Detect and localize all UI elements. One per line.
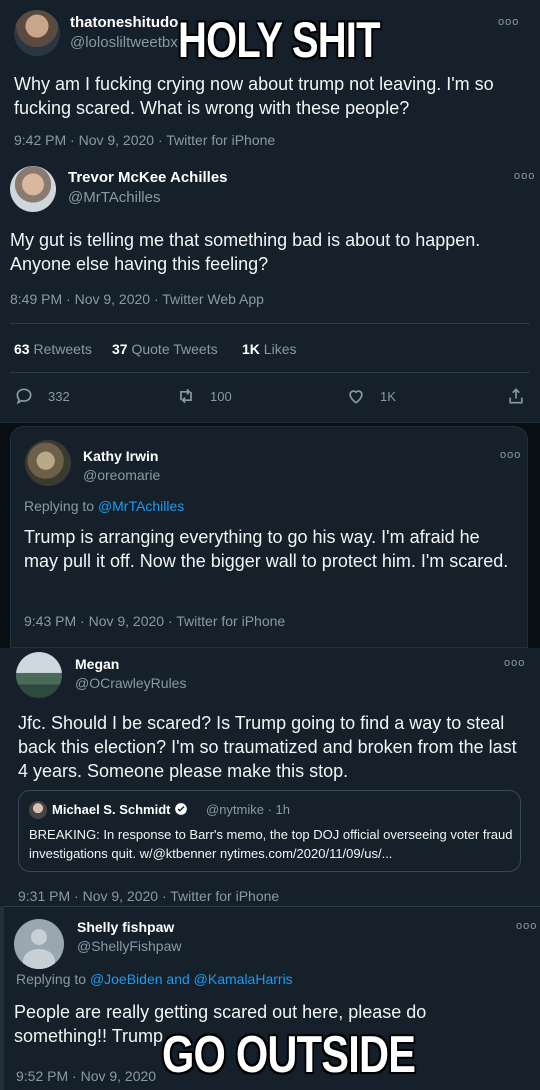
replying-to-link[interactable]: @MrTAchilles xyxy=(98,498,184,514)
more-options-icon[interactable]: ooo xyxy=(516,920,537,932)
tweet-timestamp[interactable]: 9:43 PM · Nov 9, 2020 · Twitter for iPho… xyxy=(24,613,285,629)
quoted-display-name[interactable]: Michael S. Schmidt xyxy=(52,802,188,817)
tweet-timestamp[interactable]: 9:52 PM · Nov 9, 2020 xyxy=(16,1068,156,1084)
like-button[interactable]: 1K xyxy=(346,386,396,406)
share-button[interactable] xyxy=(506,386,526,406)
quoted-user-handle[interactable]: @nytmike · 1h xyxy=(206,802,290,817)
avatar[interactable] xyxy=(29,801,47,819)
divider xyxy=(10,323,530,324)
tweet-text: Trump is arranging everything to go his … xyxy=(24,527,509,571)
divider xyxy=(0,906,540,907)
more-options-icon[interactable]: ooo xyxy=(500,449,521,461)
tweet-timestamp[interactable]: 9:42 PM · Nov 9, 2020 · Twitter for iPho… xyxy=(14,132,275,148)
heart-icon xyxy=(349,390,363,404)
user-handle[interactable]: @lolosliltweetbx xyxy=(70,34,178,51)
retweet-count: 100 xyxy=(210,388,232,404)
avatar[interactable] xyxy=(10,166,56,212)
verified-badge-icon xyxy=(175,803,187,815)
avatar[interactable] xyxy=(14,10,60,56)
reply-count: 332 xyxy=(48,388,70,404)
tweet-text: Jfc. Should I be scared? Is Trump going … xyxy=(18,713,517,781)
replying-to: Replying to @JoeBiden and @KamalaHarris xyxy=(16,971,293,987)
tweet-4[interactable]: Megan @OCrawleyRules ooo Jfc. Should I b… xyxy=(0,648,540,906)
user-handle[interactable]: @ShellyFishpaw xyxy=(77,938,181,954)
more-options-icon[interactable]: ooo xyxy=(498,16,519,28)
replying-to-link[interactable]: @JoeBiden and @KamalaHarris xyxy=(90,971,293,987)
retweets-stat[interactable]: 63 Retweets xyxy=(14,341,92,357)
like-count: 1K xyxy=(380,388,396,404)
divider xyxy=(10,372,530,373)
display-name[interactable]: Kathy Irwin xyxy=(83,448,158,464)
display-name[interactable]: Shelly fishpaw xyxy=(77,919,174,935)
tweet-3[interactable]: Kathy Irwin @oreomarie ooo Replying to @… xyxy=(0,422,540,648)
display-name[interactable]: thatoneshitudo xyxy=(70,14,178,31)
meme-caption-bottom: GO OUTSIDE xyxy=(162,1026,416,1084)
user-handle[interactable]: @OCrawleyRules xyxy=(75,675,186,691)
retweet-icon xyxy=(180,388,192,404)
thread-line xyxy=(0,906,4,1090)
default-avatar[interactable] xyxy=(14,919,64,969)
user-handle[interactable]: @oreomarie xyxy=(83,467,160,483)
tweet-text: Why am I fucking crying now about trump … xyxy=(14,74,494,118)
tweet-timestamp[interactable]: 9:31 PM · Nov 9, 2020 · Twitter for iPho… xyxy=(18,888,279,904)
quoted-tweet[interactable]: Michael S. Schmidt @nytmike · 1h BREAKIN… xyxy=(18,790,521,872)
divider xyxy=(0,422,540,423)
replying-to: Replying to @MrTAchilles xyxy=(24,498,185,514)
meme-caption-top: HOLY SHIT xyxy=(178,12,381,68)
display-name[interactable]: Trevor McKee Achilles xyxy=(68,169,228,186)
tweet-text: My gut is telling me that something bad … xyxy=(10,230,481,274)
share-icon xyxy=(509,388,523,404)
more-options-icon[interactable]: ooo xyxy=(504,657,525,669)
tweet-2[interactable]: Trevor McKee Achilles @MrTAchilles ooo M… xyxy=(0,160,540,422)
quoted-tweet-text: BREAKING: In response to Barr's memo, th… xyxy=(29,827,513,861)
avatar[interactable] xyxy=(16,652,62,698)
retweet-button[interactable]: 100 xyxy=(176,386,232,406)
user-handle[interactable]: @MrTAchilles xyxy=(68,189,160,206)
reply-button[interactable]: 332 xyxy=(14,386,70,406)
avatar[interactable] xyxy=(25,440,71,486)
likes-stat[interactable]: 1K Likes xyxy=(242,341,296,357)
more-options-icon[interactable]: ooo xyxy=(514,170,535,182)
display-name[interactable]: Megan xyxy=(75,656,119,672)
reply-icon xyxy=(16,388,32,405)
tweet-timestamp[interactable]: 8:49 PM · Nov 9, 2020 · Twitter Web App xyxy=(10,291,264,307)
quote-tweets-stat[interactable]: 37 Quote Tweets xyxy=(112,341,218,357)
